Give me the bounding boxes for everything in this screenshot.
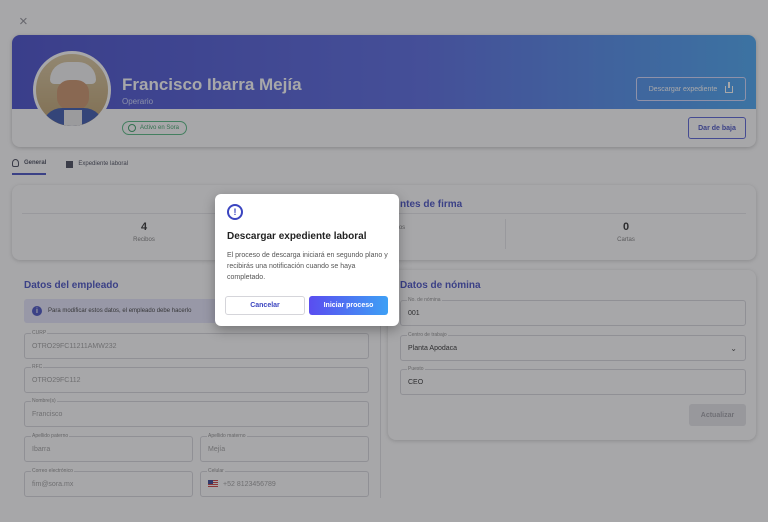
employee-profile-page: × Francisco Ibarra Mejía Operario Activo…	[0, 0, 768, 522]
download-dialog: ! Descargar expediente laboral El proces…	[215, 194, 399, 326]
cancel-button[interactable]: Cancelar	[225, 296, 305, 315]
start-process-button[interactable]: Iniciar proceso	[309, 296, 388, 315]
dialog-title: Descargar expediente laboral	[227, 231, 367, 242]
dialog-message: El proceso de descarga iniciará en segun…	[227, 252, 388, 281]
alert-circle-icon: !	[227, 204, 243, 220]
